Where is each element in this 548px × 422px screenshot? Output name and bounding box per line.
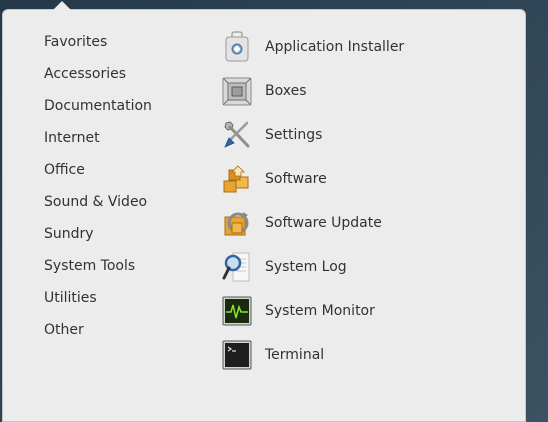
menu-pointer-arrow [53, 1, 71, 10]
app-list: Application Installer Boxes Settings Sof… [221, 31, 521, 383]
terminal-icon [222, 340, 252, 370]
category-documentation[interactable]: Documentation [44, 94, 204, 126]
package-icon [225, 31, 249, 62]
category-utilities[interactable]: Utilities [44, 286, 204, 318]
category-accessories[interactable]: Accessories [44, 62, 204, 94]
app-label: System Log [265, 259, 347, 275]
category-office[interactable]: Office [44, 158, 204, 190]
app-boxes[interactable]: Boxes [221, 75, 521, 119]
app-label: Software Update [265, 215, 382, 231]
app-label: Boxes [265, 83, 307, 99]
app-software[interactable]: Software [221, 163, 521, 207]
system-monitor-icon [222, 296, 252, 326]
app-system-log[interactable]: System Log [221, 251, 521, 295]
category-system-tools[interactable]: System Tools [44, 254, 204, 286]
category-other[interactable]: Other [44, 318, 204, 350]
app-label: System Monitor [265, 303, 375, 319]
app-settings[interactable]: Settings [221, 119, 521, 163]
app-software-update[interactable]: Software Update [221, 207, 521, 251]
tools-icon [224, 121, 250, 148]
app-label: Software [265, 171, 327, 187]
applications-menu: Favorites Accessories Documentation Inte… [2, 1, 526, 422]
category-sundry[interactable]: Sundry [44, 222, 204, 254]
app-label: Terminal [265, 347, 325, 363]
app-application-installer[interactable]: Application Installer [221, 31, 521, 75]
category-internet[interactable]: Internet [44, 126, 204, 158]
boxes-icon [222, 77, 252, 106]
app-label: Application Installer [265, 39, 405, 55]
software-icon [223, 165, 249, 193]
app-system-monitor[interactable]: System Monitor [221, 295, 521, 339]
category-sound-video[interactable]: Sound & Video [44, 190, 204, 222]
app-label: Settings [265, 127, 323, 143]
software-update-icon [224, 212, 249, 236]
category-favorites[interactable]: Favorites [44, 30, 204, 62]
magnifier-icon [222, 252, 250, 282]
category-list: Favorites Accessories Documentation Inte… [44, 30, 204, 350]
app-terminal[interactable]: Terminal [221, 339, 521, 383]
